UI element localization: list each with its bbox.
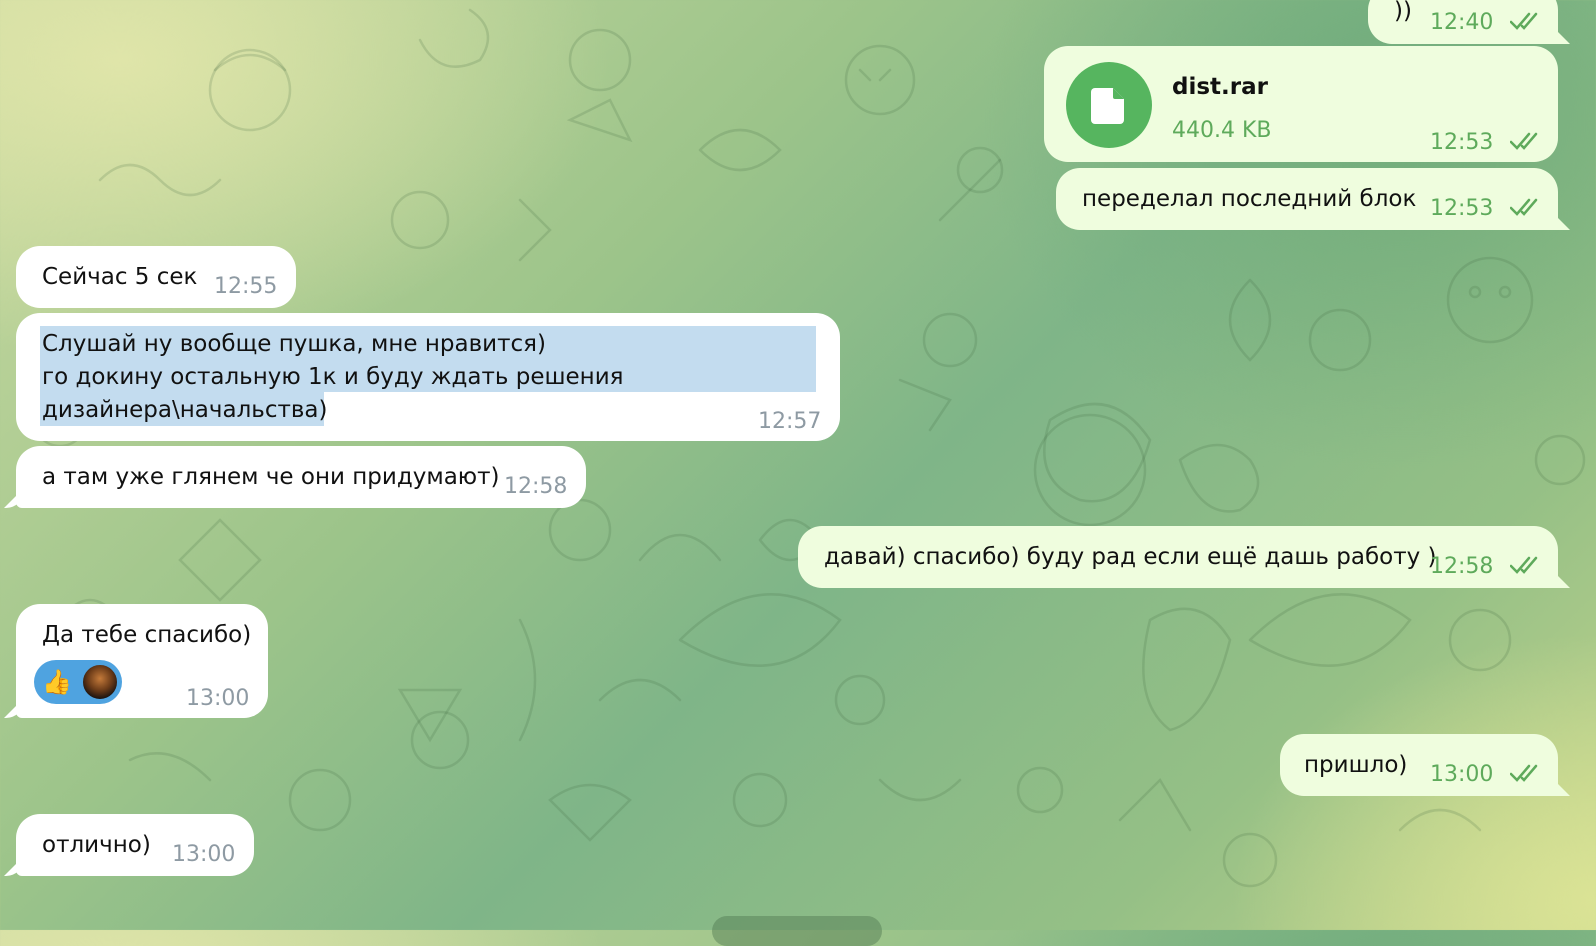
scroll-date-pill[interactable] [712,916,882,946]
thumbs-up-icon: 👍 [42,668,72,696]
double-check-icon [1510,132,1538,150]
message-time: 12:53 [1430,196,1494,221]
message-time: 12:53 [1430,130,1494,155]
message-text: пришло) [1304,752,1408,778]
double-check-icon [1510,764,1538,782]
file-name: dist.rar [1172,74,1268,100]
outgoing-file-message[interactable]: dist.rar 440.4 KB 12:53 [1044,46,1558,162]
message-text: переделал последний блок [1082,186,1417,212]
document-icon [1091,88,1124,124]
reactor-avatar-icon [81,663,119,701]
message-text: )) [1394,0,1412,24]
message-time: 13:00 [1430,762,1494,787]
message-time: 13:00 [172,842,236,867]
file-size: 440.4 KB [1172,118,1272,143]
message-text: давай) спасибо) буду рад если ещё дашь р… [824,544,1437,570]
outgoing-message[interactable]: )) 12:40 [1368,0,1558,44]
message-text-line-3: дизайнера\начальства) [42,397,328,423]
outgoing-message[interactable]: переделал последний блок 12:53 [1056,168,1558,230]
file-icon[interactable] [1066,62,1152,148]
message-text: Да тебе спасибо) [42,622,252,648]
incoming-message[interactable]: отлично) 13:00 [16,814,254,876]
incoming-message[interactable]: Сейчас 5 сек 12:55 [16,246,296,308]
message-time: 12:55 [214,274,278,299]
incoming-message-selected[interactable]: Слушай ну вообще пушка, мне нравится) го… [16,313,840,441]
message-text-line-2: го докину остальную 1к и буду ждать реше… [42,364,624,390]
double-check-icon [1510,198,1538,216]
outgoing-message[interactable]: давай) спасибо) буду рад если ещё дашь р… [798,526,1558,588]
message-text-line-1: Слушай ну вообще пушка, мне нравится) [42,331,546,357]
message-text: отлично) [42,832,151,858]
message-time: 12:57 [758,409,822,434]
double-check-icon [1510,556,1538,574]
incoming-message[interactable]: а там уже глянем че они придумают) 12:58 [16,446,586,508]
message-time: 12:58 [504,474,568,499]
message-time: 13:00 [186,686,250,711]
message-text: а там уже глянем че они придумают) [42,464,500,490]
outgoing-message[interactable]: пришло) 13:00 [1280,734,1558,796]
incoming-message[interactable]: Да тебе спасибо) 👍 13:00 [16,604,268,718]
reaction-chip[interactable]: 👍 [34,660,122,704]
double-check-icon [1510,12,1538,30]
message-time: 12:40 [1430,10,1494,35]
message-time: 12:58 [1430,554,1494,579]
message-text: Сейчас 5 сек [42,264,198,290]
